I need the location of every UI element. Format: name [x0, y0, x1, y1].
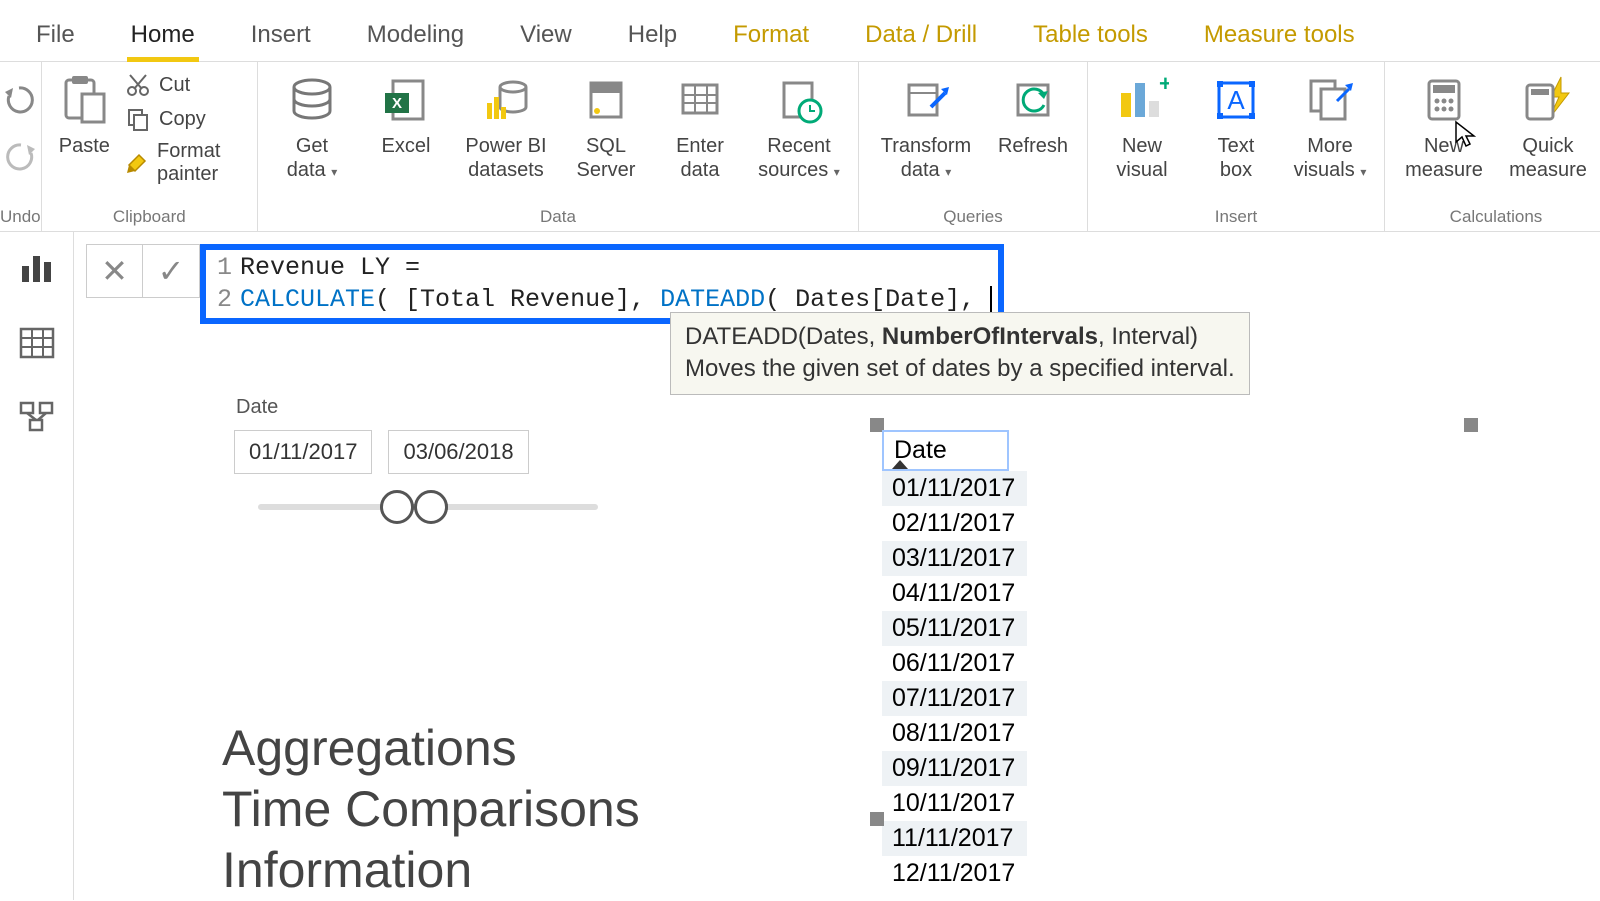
report-view-button[interactable] — [18, 252, 56, 286]
sort-ascending-icon — [892, 460, 908, 469]
menu-bar: File Home Insert Modeling View Help Format Data… — [0, 0, 1600, 62]
get-data-button[interactable]: Get data ▾ — [270, 68, 354, 182]
text-box-icon: A — [1208, 72, 1264, 128]
ribbon-group-label: Data — [540, 205, 576, 227]
new-measure-button[interactable]: New measure — [1397, 68, 1491, 182]
visual-resize-handle[interactable] — [870, 812, 884, 826]
visual-resize-handle[interactable] — [1464, 418, 1478, 432]
new-visual-icon: + — [1114, 72, 1170, 128]
new-measure-icon — [1416, 72, 1472, 128]
format-painter-button[interactable]: Format painter — [125, 140, 245, 186]
date-to-input[interactable]: 03/06/2018 — [388, 430, 528, 474]
menu-modeling[interactable]: Modeling — [361, 13, 470, 61]
date-slicer-inputs: 01/11/2017 03/06/2018 — [234, 430, 529, 474]
excel-button[interactable]: X Excel — [364, 68, 448, 158]
ribbon-group-queries: Transform data ▾ Refresh Queries — [859, 62, 1088, 231]
format-painter-icon — [125, 150, 149, 176]
quick-measure-icon — [1520, 72, 1576, 128]
recent-sources-icon — [771, 72, 827, 128]
refresh-icon — [1005, 72, 1061, 128]
paste-icon — [56, 72, 112, 128]
slicer-title: Date — [236, 396, 278, 419]
enter-data-icon — [672, 72, 728, 128]
redo-button[interactable] — [3, 141, 37, 176]
table-row[interactable]: 09/11/2017 — [882, 751, 1027, 786]
ribbon-group-label: Insert — [1215, 205, 1258, 227]
undo-button[interactable] — [3, 84, 37, 119]
menu-format[interactable]: Format — [727, 13, 815, 61]
section-heading: Information — [222, 840, 640, 901]
menu-insert[interactable]: Insert — [245, 13, 317, 61]
svg-text:X: X — [392, 95, 402, 112]
ribbon-group-insert: + New visual A Text box More visuals ▾ I… — [1088, 62, 1385, 231]
ribbon-group-calculations: New measure Quick measure Calculations — [1385, 62, 1600, 231]
get-data-icon — [284, 72, 340, 128]
paste-button[interactable]: Paste — [54, 68, 115, 158]
svg-text:+: + — [1159, 75, 1169, 96]
copy-button[interactable]: Copy — [125, 106, 245, 132]
section-heading: Time Comparisons — [222, 779, 640, 840]
intellisense-tooltip: DATEADD(Dates, NumberOfIntervals, Interv… — [670, 312, 1250, 395]
menu-file[interactable]: File — [30, 13, 81, 61]
cut-button[interactable]: Cut — [125, 72, 245, 98]
copy-icon — [125, 106, 151, 132]
table-row[interactable]: 11/11/2017 — [882, 821, 1027, 856]
table-row[interactable]: 06/11/2017 — [882, 646, 1027, 681]
table-row[interactable]: 04/11/2017 — [882, 576, 1027, 611]
quick-measure-button[interactable]: Quick measure — [1501, 68, 1595, 182]
ribbon: Undo Paste Cut — [0, 62, 1600, 232]
sql-server-button[interactable]: SQL Server — [564, 68, 648, 182]
sql-server-icon — [578, 72, 634, 128]
new-visual-button[interactable]: + New visual — [1100, 68, 1184, 182]
ribbon-group-label: Queries — [943, 205, 1003, 227]
pbi-datasets-icon — [478, 72, 534, 128]
table-row[interactable]: 03/11/2017 — [882, 541, 1027, 576]
ribbon-group-label: Clipboard — [113, 205, 186, 227]
data-view-button[interactable] — [18, 326, 56, 360]
menu-view[interactable]: View — [514, 13, 578, 61]
date-from-input[interactable]: 01/11/2017 — [234, 430, 372, 474]
view-rail — [0, 232, 74, 900]
slider-thumb-right[interactable] — [414, 490, 448, 524]
table-row[interactable]: 10/11/2017 — [882, 786, 1027, 821]
table-visual[interactable]: Date 01/11/201702/11/201703/11/201704/11… — [882, 430, 1027, 891]
table-row[interactable]: 05/11/2017 — [882, 611, 1027, 646]
ribbon-group-clipboard: Paste Cut Copy — [42, 62, 258, 231]
ribbon-group-data: Get data ▾ X Excel Power BI datasets SQL… — [258, 62, 859, 231]
section-list: AggregationsTime ComparisonsInformation — [222, 718, 640, 901]
transform-data-icon — [898, 72, 954, 128]
ribbon-group-label: Calculations — [1450, 205, 1543, 227]
table-row[interactable]: 08/11/2017 — [882, 716, 1027, 751]
pbi-datasets-button[interactable]: Power BI datasets — [458, 68, 554, 182]
excel-icon: X — [378, 72, 434, 128]
section-heading: Aggregations — [222, 718, 640, 779]
cut-icon — [125, 72, 151, 98]
menu-data-drill[interactable]: Data / Drill — [859, 13, 983, 61]
ribbon-group-undo: Undo — [0, 62, 42, 231]
ribbon-group-label: Undo — [0, 205, 41, 227]
menu-help[interactable]: Help — [622, 13, 683, 61]
transform-data-button[interactable]: Transform data ▾ — [871, 68, 981, 182]
slider-thumb-left[interactable] — [380, 490, 414, 524]
enter-data-button[interactable]: Enter data — [658, 68, 742, 182]
table-row[interactable]: 01/11/2017 — [882, 471, 1027, 506]
recent-sources-button[interactable]: Recent sources ▾ — [752, 68, 846, 182]
formula-commit-button[interactable]: ✓ — [143, 245, 199, 297]
more-visuals-icon — [1302, 72, 1358, 128]
more-visuals-button[interactable]: More visuals ▾ — [1288, 68, 1372, 182]
svg-text:A: A — [1227, 85, 1245, 115]
report-canvas: Time Intellig ✕ ✓ 1 Revenue LY = 2 CALCU… — [74, 232, 1600, 900]
table-row[interactable]: 02/11/2017 — [882, 506, 1027, 541]
table-row[interactable]: 07/11/2017 — [882, 681, 1027, 716]
text-box-button[interactable]: A Text box — [1194, 68, 1278, 182]
menu-home[interactable]: Home — [125, 13, 201, 61]
table-row[interactable]: 12/11/2017 — [882, 856, 1027, 891]
menu-measure-tools[interactable]: Measure tools — [1198, 13, 1361, 61]
refresh-button[interactable]: Refresh — [991, 68, 1075, 158]
model-view-button[interactable] — [18, 400, 56, 434]
menu-table-tools[interactable]: Table tools — [1027, 13, 1154, 61]
formula-cancel-button[interactable]: ✕ — [87, 245, 143, 297]
